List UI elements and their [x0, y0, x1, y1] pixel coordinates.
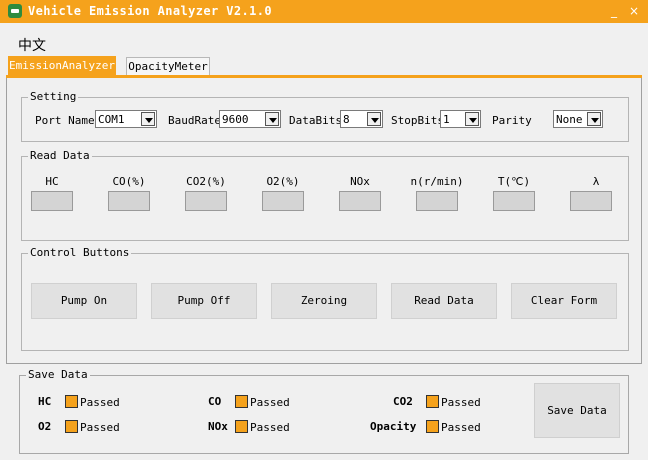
field-label-co2: CO2(%): [186, 175, 226, 188]
field-label-hc: HC: [45, 175, 59, 188]
chevron-down-icon[interactable]: [141, 112, 155, 126]
chevron-down-icon[interactable]: [587, 112, 601, 126]
hc-passed-checkbox[interactable]: [65, 395, 78, 408]
chevron-down-icon[interactable]: [367, 112, 381, 126]
data-bits-value: 8: [343, 113, 350, 126]
port-name-value: COM1: [98, 113, 125, 126]
nox-passed-text: Passed: [250, 421, 290, 434]
field-label-lambda: λ: [592, 175, 600, 188]
stop-bits-value: 1: [443, 113, 450, 126]
save-label-nox: NOx: [208, 420, 228, 433]
parity-label: Parity: [492, 114, 532, 127]
save-data-legend: Save Data: [26, 368, 90, 381]
save-label-o2: O2: [38, 420, 52, 433]
tab-emission-analyzer[interactable]: EmissionAnalyzer: [8, 56, 116, 75]
save-label-co: CO: [208, 395, 222, 408]
title-bar: Vehicle Emission Analyzer V2.1.0 _ ×: [0, 0, 648, 23]
chevron-down-icon[interactable]: [265, 112, 279, 126]
car-icon: [8, 4, 22, 18]
data-bits-label: DataBits: [289, 114, 342, 127]
nox-passed-checkbox[interactable]: [235, 420, 248, 433]
lambda-value-box: [570, 191, 612, 211]
read-data-button[interactable]: Read Data: [391, 283, 497, 319]
save-label-hc: HC: [38, 395, 52, 408]
parity-select[interactable]: None: [553, 110, 603, 128]
baud-rate-select[interactable]: 9600: [219, 110, 281, 128]
field-label-co: CO(%): [112, 175, 146, 188]
speed-value-box: [416, 191, 458, 211]
pump-on-button[interactable]: Pump On: [31, 283, 137, 319]
co2-passed-checkbox[interactable]: [426, 395, 439, 408]
data-bits-select[interactable]: 8: [340, 110, 383, 128]
pump-off-button[interactable]: Pump Off: [151, 283, 257, 319]
hc-passed-text: Passed: [80, 396, 120, 409]
baud-rate-label: BaudRate: [168, 114, 221, 127]
co-passed-checkbox[interactable]: [235, 395, 248, 408]
setting-legend: Setting: [28, 90, 79, 103]
baud-rate-value: 9600: [222, 113, 249, 126]
save-label-opacity: Opacity: [370, 420, 417, 433]
window-title: Vehicle Emission Analyzer V2.1.0: [28, 4, 272, 18]
opacity-passed-checkbox[interactable]: [426, 420, 439, 433]
field-label-nox: NOx: [350, 175, 370, 188]
port-name-select[interactable]: COM1: [95, 110, 157, 128]
parity-value: None: [556, 113, 583, 126]
stop-bits-label: StopBits: [391, 114, 444, 127]
save-label-co2: CO2: [393, 395, 413, 408]
co-passed-text: Passed: [250, 396, 290, 409]
control-buttons-legend: Control Buttons: [28, 246, 132, 259]
field-label-temperature: T(℃): [497, 175, 531, 188]
chevron-down-icon[interactable]: [465, 112, 479, 126]
nox-value-box: [339, 191, 381, 211]
minimize-button[interactable]: _: [604, 2, 624, 20]
read-data-legend: Read Data: [28, 149, 92, 162]
save-data-button[interactable]: Save Data: [534, 383, 620, 438]
co2-passed-text: Passed: [441, 396, 481, 409]
stop-bits-select[interactable]: 1: [440, 110, 481, 128]
field-label-speed: n(r/min): [410, 175, 464, 188]
co-value-box: [108, 191, 150, 211]
close-button[interactable]: ×: [624, 2, 644, 20]
port-name-label: Port Name: [35, 114, 95, 127]
clear-form-button[interactable]: Clear Form: [511, 283, 617, 319]
co2-value-box: [185, 191, 227, 211]
o2-value-box: [262, 191, 304, 211]
o2-passed-text: Passed: [80, 421, 120, 434]
hc-value-box: [31, 191, 73, 211]
temperature-value-box: [493, 191, 535, 211]
field-label-o2: O2(%): [266, 175, 300, 188]
opacity-passed-text: Passed: [441, 421, 481, 434]
zeroing-button[interactable]: Zeroing: [271, 283, 377, 319]
o2-passed-checkbox[interactable]: [65, 420, 78, 433]
language-toggle[interactable]: 中文: [18, 35, 46, 55]
tab-opacity-meter[interactable]: OpacityMeter: [126, 57, 210, 75]
